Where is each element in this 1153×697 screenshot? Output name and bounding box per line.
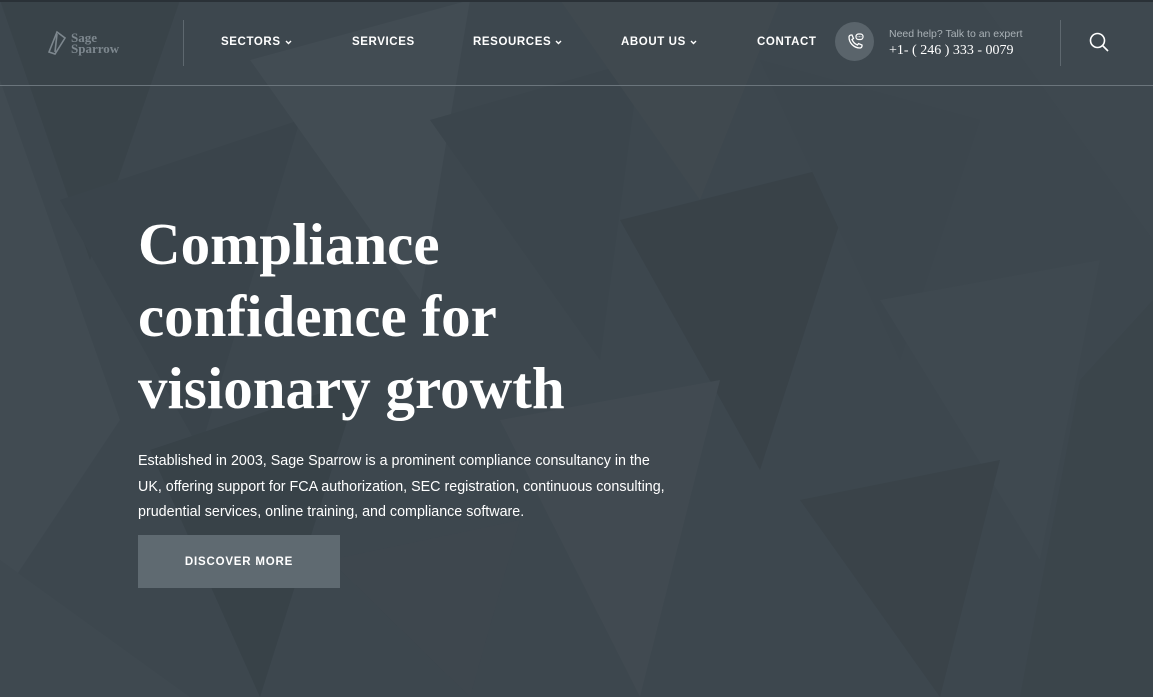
brand-name-line2: Sparrow <box>71 41 120 56</box>
search-icon <box>1089 32 1109 52</box>
nav-label: RESOURCES <box>473 36 552 48</box>
brand-logo[interactable]: Sage Sparrow <box>46 28 119 58</box>
hero-title: Compliance confidence for visionary grow… <box>138 208 698 424</box>
nav-item-about-us[interactable]: ABOUT US <box>621 35 697 49</box>
hero-description-line: Established in 2003, Sage Sparrow is a p… <box>138 453 650 469</box>
hero-description-line: UK, offering support for FCA authorizati… <box>138 478 665 495</box>
hero-title-line: visionary growth <box>138 355 565 421</box>
hero-title-line: Compliance <box>138 211 440 277</box>
hero-description: Established in 2003, Sage Sparrow is a p… <box>138 449 665 526</box>
header-divider-left <box>183 20 184 66</box>
sparrow-logo-icon <box>47 30 67 55</box>
search-button[interactable] <box>1088 31 1110 53</box>
phone-chat-icon <box>847 32 864 49</box>
nav-label: ABOUT US <box>621 36 686 48</box>
help-call-button[interactable] <box>835 22 874 61</box>
nav-label: CONTACT <box>757 36 817 48</box>
chevron-down-icon <box>285 40 292 44</box>
help-phone-number[interactable]: +1- ( 246 ) 333 - 0079 <box>889 43 1014 59</box>
site-header: Sage Sparrow SECTORS SERVICES RESOURCES … <box>0 0 1153 86</box>
help-label: Need help? Talk to an expert <box>889 28 1023 40</box>
hero-title-line: confidence for <box>138 283 497 349</box>
nav-item-resources[interactable]: RESOURCES <box>473 35 562 49</box>
discover-more-button[interactable]: DISCOVER MORE <box>138 535 340 588</box>
nav-item-contact[interactable]: CONTACT <box>757 35 817 49</box>
nav-label: SECTORS <box>221 36 281 48</box>
nav-label: SERVICES <box>352 36 415 48</box>
nav-item-services[interactable]: SERVICES <box>352 35 415 49</box>
nav-item-sectors[interactable]: SECTORS <box>221 35 292 49</box>
chevron-down-icon <box>690 40 697 44</box>
hero-description-line: prudential services, online training, an… <box>138 504 525 520</box>
chevron-down-icon <box>555 40 562 44</box>
header-divider-right <box>1060 20 1061 66</box>
